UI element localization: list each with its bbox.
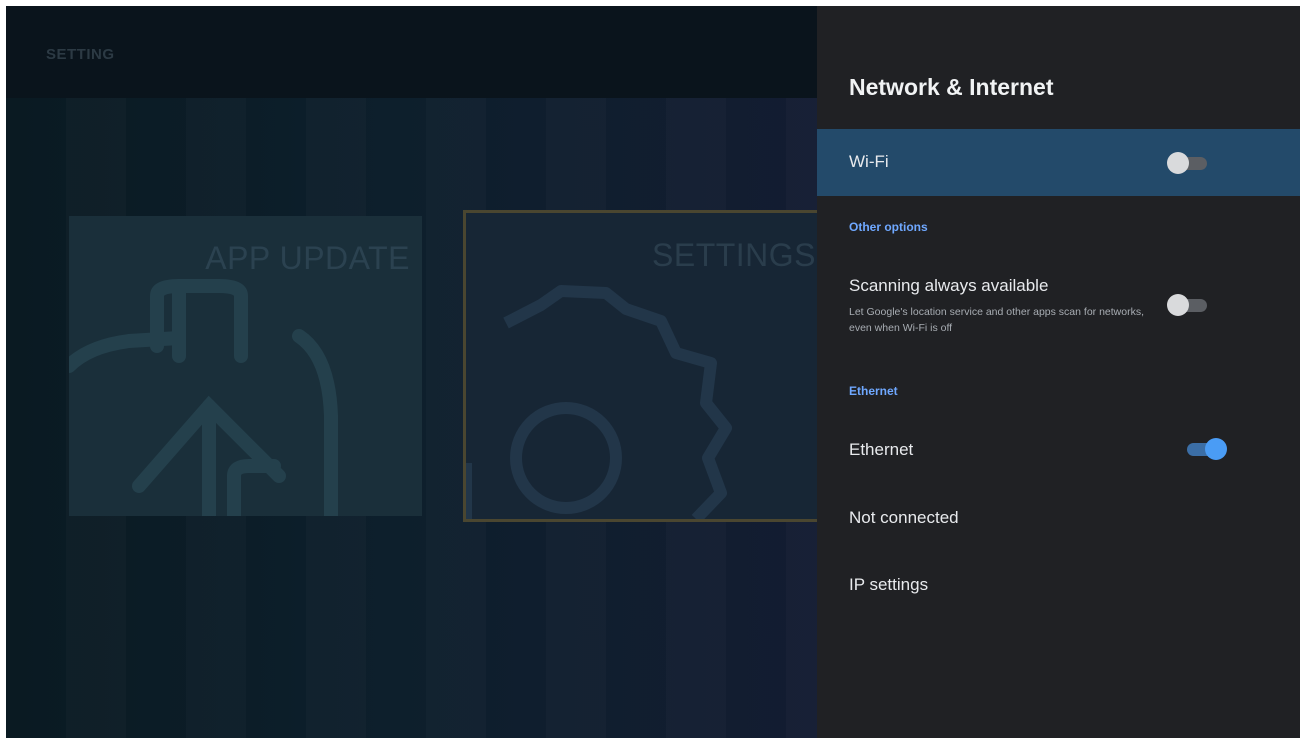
toggle-thumb: [1167, 294, 1189, 316]
settings-tile[interactable]: SETTINGS: [463, 210, 843, 522]
ethernet-header: Ethernet: [849, 384, 898, 398]
ip-settings-row[interactable]: IP settings: [849, 575, 928, 595]
network-internet-panel: Network & Internet Wi-Fi Other options S…: [817, 6, 1300, 738]
background-header-title: SETTING: [46, 46, 115, 63]
connection-status: Not connected: [849, 508, 959, 527]
ethernet-label: Ethernet: [849, 440, 914, 459]
app-update-tile[interactable]: APP UPDATE: [69, 216, 422, 516]
ethernet-toggle[interactable]: [1183, 436, 1227, 462]
settings-label: SETTINGS: [652, 237, 817, 273]
toggle-thumb: [1205, 438, 1227, 460]
panel-title: Network & Internet: [849, 74, 1054, 100]
app-update-label: APP UPDATE: [205, 240, 410, 276]
tv-screen: SETTING APP UPDATE SETTINGS Network & In…: [6, 6, 1300, 738]
toggle-thumb: [1167, 152, 1189, 174]
scanning-toggle[interactable]: [1167, 292, 1211, 318]
wifi-toggle[interactable]: [1167, 150, 1211, 176]
wifi-label: Wi-Fi: [849, 152, 889, 171]
scanning-title: Scanning always available: [849, 276, 1049, 295]
scanning-description: Let Google's location service and other …: [849, 306, 1144, 334]
other-options-header: Other options: [849, 220, 928, 234]
wifi-row[interactable]: Wi-Fi: [817, 129, 1300, 196]
